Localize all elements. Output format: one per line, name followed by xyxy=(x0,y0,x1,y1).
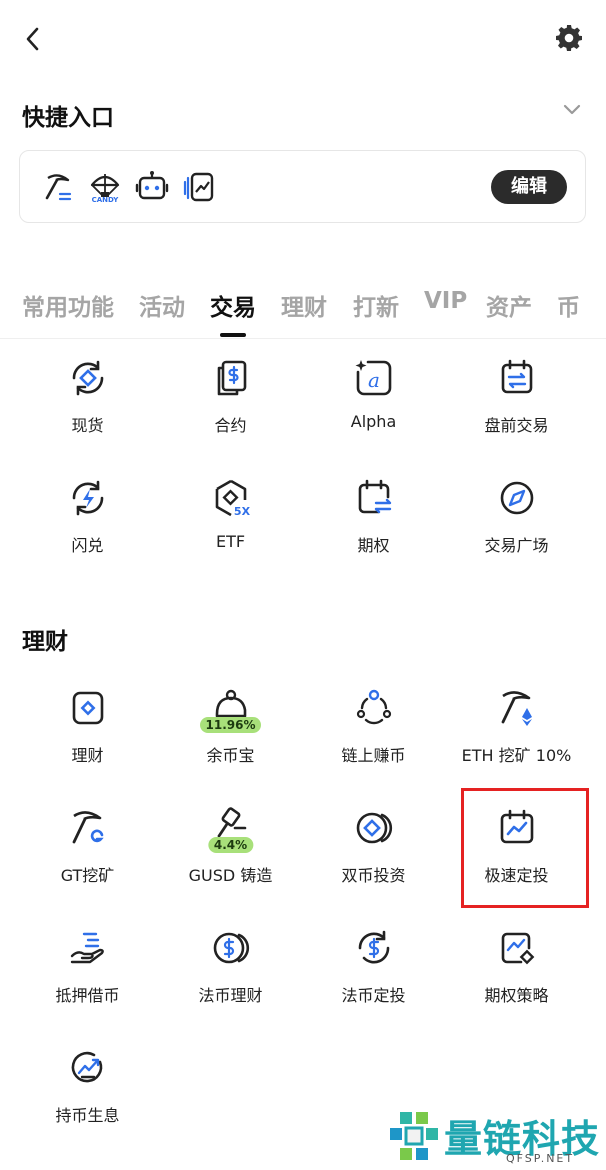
grid-item-label: 双币投资 xyxy=(341,866,406,885)
active-tab-indicator xyxy=(220,333,246,337)
quick-pickaxe[interactable] xyxy=(40,168,78,206)
edit-button[interactable]: 编辑 xyxy=(491,170,567,204)
collateral-loan-icon xyxy=(70,932,104,964)
grid-item-dual-coin[interactable]: 双币投资 xyxy=(302,806,445,916)
svg-text:a: a xyxy=(368,368,380,392)
grid-item-label: 现货 xyxy=(71,416,104,435)
grid-item-yubibao[interactable]: 11.96% 余币宝 xyxy=(159,686,302,796)
tab-assets[interactable]: 资产 xyxy=(486,288,532,322)
grid-item-options-strategy[interactable]: 期权策略 xyxy=(445,926,588,1036)
grid-item-label: 交易广场 xyxy=(484,536,549,555)
pickaxe-icon xyxy=(45,174,72,201)
tab-activity[interactable]: 活动 xyxy=(139,288,185,322)
grid-item-hold-earn[interactable]: 持币生息 xyxy=(16,1046,159,1156)
grid-item-label: GT挖矿 xyxy=(60,866,115,885)
spot-icon xyxy=(72,360,103,396)
options-strategy-icon xyxy=(501,932,534,965)
grid-item-label: ETF xyxy=(215,532,246,551)
compass-icon xyxy=(500,481,533,515)
back-button[interactable] xyxy=(18,24,48,54)
grid-item-label: 合约 xyxy=(214,416,247,435)
grid-item-label: 期权策略 xyxy=(484,986,549,1005)
onchain-earn-icon xyxy=(356,689,391,725)
grid-item-alpha[interactable]: a Alpha xyxy=(302,356,445,466)
grid-item-label: Alpha xyxy=(350,412,397,431)
grid-item-label: 期权 xyxy=(357,536,390,555)
dual-coin-icon xyxy=(356,812,392,844)
quick-entry-card: CANDY 编辑 xyxy=(19,150,586,223)
etf-icon: 5X xyxy=(215,479,250,518)
grid-item-futures[interactable]: 合约 xyxy=(159,356,302,466)
fiat-auto-invest-icon xyxy=(358,930,389,964)
robot-icon xyxy=(135,171,169,200)
grid-item-gusd-mint[interactable]: 4.4% GUSD 铸造 xyxy=(159,806,302,916)
collapse-button[interactable] xyxy=(560,98,584,122)
futures-icon xyxy=(217,360,246,396)
options-icon xyxy=(358,479,391,514)
grid-item-gt-mining[interactable]: GT挖矿 xyxy=(16,806,159,916)
grid-item-options[interactable]: 期权 xyxy=(302,476,445,586)
grid-item-label: ETH 挖矿 10% xyxy=(461,746,572,765)
svg-text:5X: 5X xyxy=(233,505,250,518)
grid-item-onchain-earn[interactable]: 链上赚币 xyxy=(302,686,445,796)
grid-item-collateral-loan[interactable]: 抵押借币 xyxy=(16,926,159,1036)
eth-mining-icon xyxy=(501,691,532,726)
grid-item-label: 余币宝 xyxy=(206,746,255,765)
quick-robot[interactable] xyxy=(133,168,171,206)
tab-vip[interactable]: VIP xyxy=(424,288,467,314)
grid-item-trade-square[interactable]: 交易广场 xyxy=(445,476,588,586)
quick-candy[interactable]: CANDY xyxy=(86,168,124,206)
premarket-icon xyxy=(501,359,532,394)
finance-icon xyxy=(72,691,103,725)
grid-item-label: 法币理财 xyxy=(198,986,263,1005)
category-tabs: 常用功能 活动 交易 理财 打新 VIP 资产 币 xyxy=(0,288,606,340)
tab-common[interactable]: 常用功能 xyxy=(22,288,114,322)
grid-item-label: 盘前交易 xyxy=(484,416,549,435)
tab-finance[interactable]: 理财 xyxy=(281,288,327,322)
quick-entry-title: 快捷入口 xyxy=(22,105,114,131)
watermark: 量链科技 QFSP.NET xyxy=(386,1106,606,1170)
grid-item-label: GUSD 铸造 xyxy=(188,866,273,885)
apy-badge: 11.96% xyxy=(199,717,262,733)
top-bar xyxy=(0,0,606,80)
grid-item-eth-mining[interactable]: ETH 挖矿 10% xyxy=(445,686,588,796)
tab-coin[interactable]: 币 xyxy=(557,288,580,322)
flash-swap-icon xyxy=(72,480,103,516)
quick-copytrade[interactable] xyxy=(180,168,218,206)
grid-item-label: 闪兑 xyxy=(71,536,104,555)
tab-ipo[interactable]: 打新 xyxy=(353,288,399,322)
watermark-logo-icon xyxy=(390,1112,438,1160)
grid-item-label: 链上赚币 xyxy=(341,746,406,765)
grid-item-finance[interactable]: 理财 xyxy=(16,686,159,796)
tab-trade[interactable]: 交易 xyxy=(210,288,256,322)
hold-earn-icon xyxy=(71,1051,102,1083)
grid-item-spot[interactable]: 现货 xyxy=(16,356,159,466)
apy-badge: 4.4% xyxy=(207,837,254,853)
gt-mining-icon xyxy=(72,811,104,844)
watermark-subtext: QFSP.NET xyxy=(506,1152,575,1165)
grid-item-fiat-finance[interactable]: 法币理财 xyxy=(159,926,302,1036)
grid-item-premarket[interactable]: 盘前交易 xyxy=(445,356,588,466)
grid-item-label: 持币生息 xyxy=(55,1106,120,1125)
chevron-left-icon xyxy=(26,27,39,51)
grid-item-flash-swap[interactable]: 闪兑 xyxy=(16,476,159,586)
grid-item-fiat-auto-invest[interactable]: 法币定投 xyxy=(302,926,445,1036)
settings-button[interactable] xyxy=(553,22,585,54)
highlight-box xyxy=(461,788,589,908)
gear-icon xyxy=(556,25,582,51)
grid-item-etf[interactable]: 5X ETF xyxy=(159,476,302,586)
grid-item-label: 抵押借币 xyxy=(55,986,120,1005)
grid-item-label: 法币定投 xyxy=(341,986,406,1005)
grid-item-label: 理财 xyxy=(71,746,104,765)
finance-section-title: 理财 xyxy=(22,629,68,655)
alpha-icon: a xyxy=(355,360,391,396)
candy-label: CANDY xyxy=(91,196,119,204)
tabs-divider xyxy=(0,338,606,339)
copy-trade-icon xyxy=(183,172,214,202)
fiat-finance-icon xyxy=(213,932,249,964)
chevron-down-icon xyxy=(563,104,581,115)
